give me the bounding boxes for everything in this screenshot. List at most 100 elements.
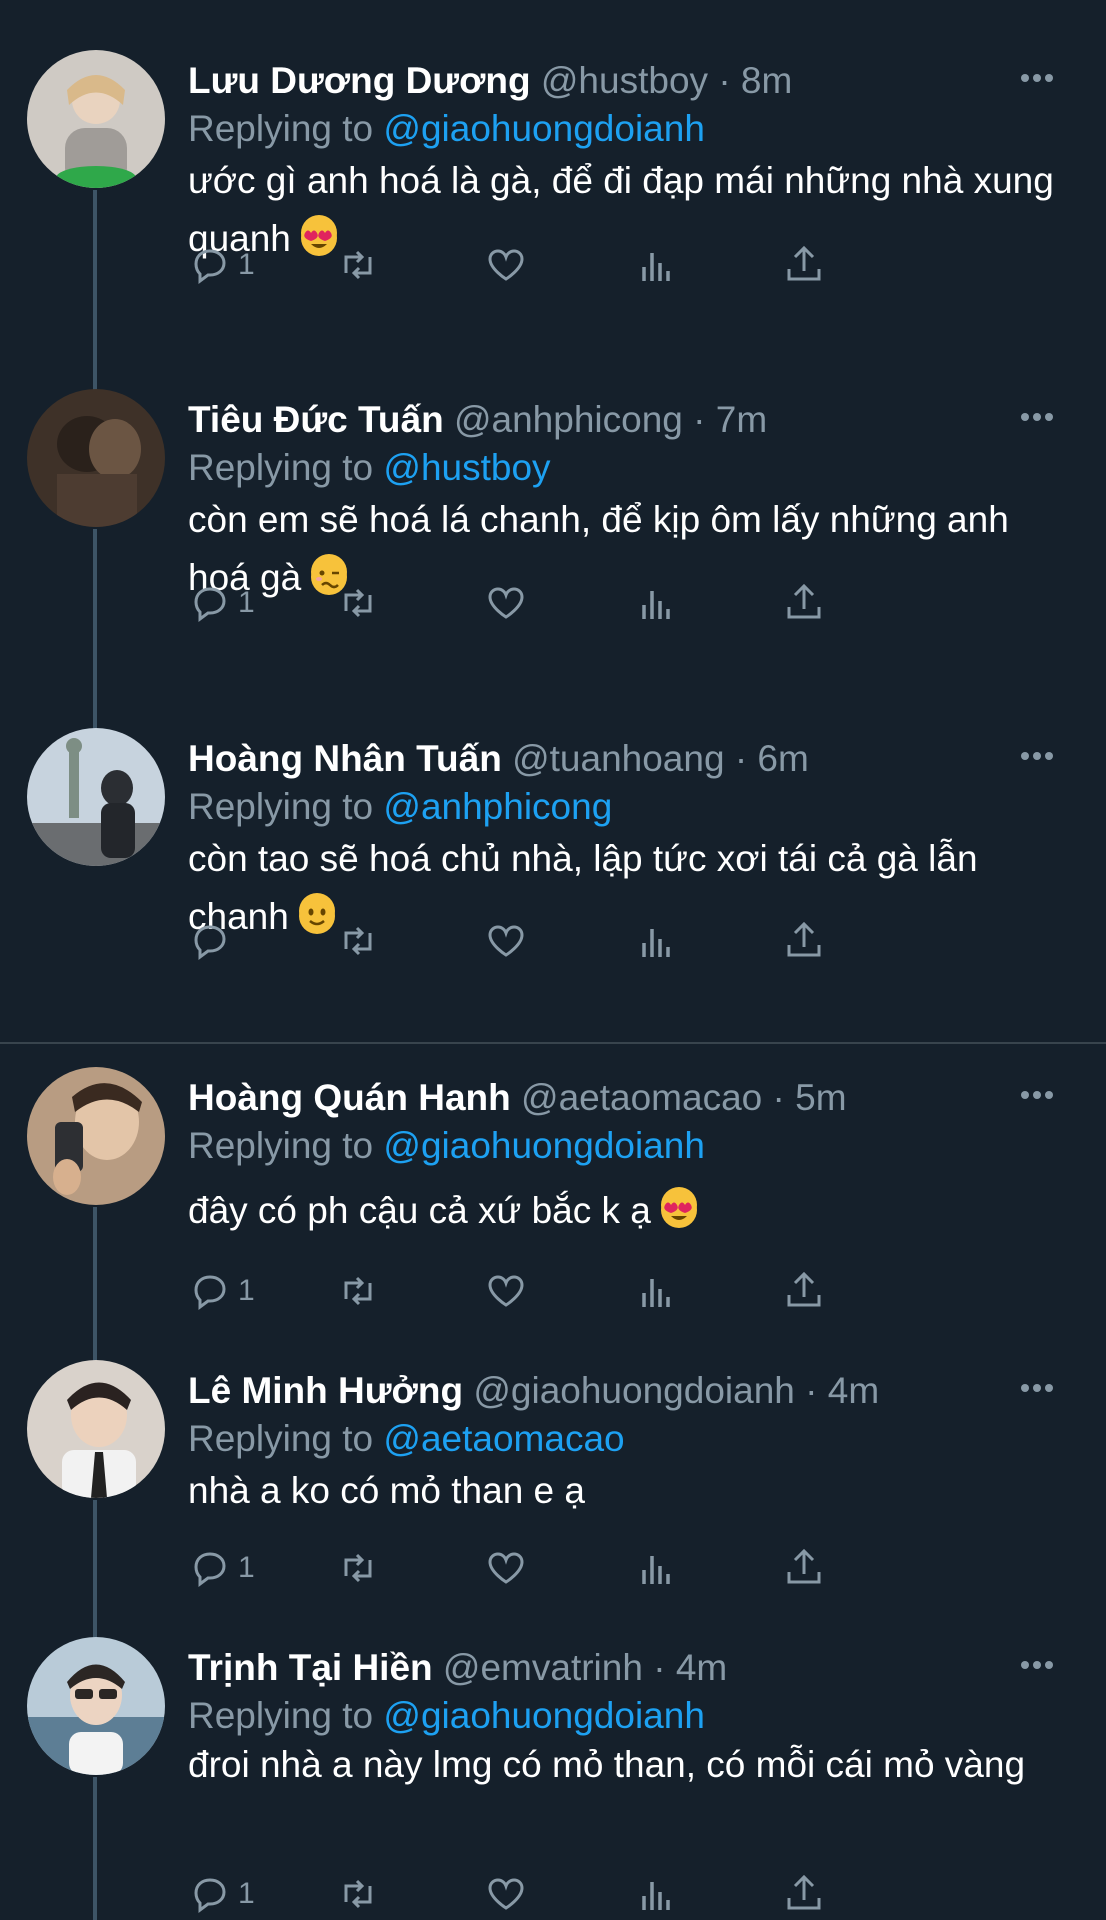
reply-button[interactable]: 1 (188, 1266, 255, 1316)
retweet-icon (344, 1879, 372, 1909)
timestamp[interactable]: · 6m (735, 738, 809, 779)
timestamp[interactable]: · 8m (718, 60, 792, 101)
user-handle[interactable]: @aetaomacao (521, 1077, 762, 1118)
reply-count: 1 (238, 1877, 255, 1910)
display-name[interactable]: Tiêu Đức Tuấn (188, 399, 444, 440)
reply-count: 1 (238, 1551, 255, 1584)
mention-link[interactable]: @hustboy (383, 447, 550, 488)
tweet-header: Tiêu Đức Tuấn @anhphicong · 7m (188, 395, 767, 445)
like-button[interactable] (484, 1869, 528, 1919)
display-name[interactable]: Lê Minh Hưởng (188, 1370, 463, 1411)
replying-to: Replying to @giaohuongdoianh (188, 1691, 705, 1741)
more-options-icon[interactable] (1020, 1657, 1054, 1675)
reply-icon (194, 925, 226, 960)
display-name[interactable]: Hoàng Nhân Tuấn (188, 738, 502, 779)
reply-button[interactable] (188, 916, 238, 966)
display-name[interactable]: Lưu Dương Dương (188, 60, 531, 101)
timestamp[interactable]: · 4m (653, 1647, 727, 1688)
retweet-icon (344, 588, 372, 618)
analytics-button[interactable] (634, 1869, 678, 1919)
more-options-icon[interactable] (1020, 748, 1054, 766)
avatar[interactable] (27, 1360, 165, 1498)
mention-link[interactable]: @giaohuongdoianh (383, 108, 705, 149)
user-handle[interactable]: @hustboy (541, 60, 708, 101)
tweet-body: đây có ph cậu cả xứ bắc k ạ (188, 1190, 651, 1231)
tweet-header: Lưu Dương Dương @hustboy · 8m (188, 56, 792, 106)
mention-link[interactable]: @giaohuongdoianh (383, 1695, 705, 1736)
heart-icon (488, 925, 524, 957)
avatar[interactable] (27, 50, 165, 188)
reply-button[interactable]: 1 (188, 1543, 255, 1593)
retweet-button[interactable] (336, 1869, 380, 1919)
tweet-actions: 1 (188, 1869, 988, 1919)
reply-button[interactable]: 1 (188, 1869, 255, 1919)
display-name[interactable]: Trịnh Tại Hiền (188, 1647, 433, 1688)
share-button[interactable] (782, 916, 826, 966)
mention-link[interactable]: @aetaomacao (383, 1418, 624, 1459)
retweet-button[interactable] (336, 240, 380, 290)
mention-link[interactable]: @giaohuongdoianh (383, 1125, 705, 1166)
user-handle[interactable]: @tuanhoang (512, 738, 724, 779)
user-handle[interactable]: @giaohuongdoianh (473, 1370, 795, 1411)
user-handle[interactable]: @anhphicong (454, 399, 683, 440)
replying-to-label: Replying to (188, 447, 374, 488)
retweet-button[interactable] (336, 1543, 380, 1593)
tweet-header: Hoàng Nhân Tuấn @tuanhoang · 6m (188, 734, 809, 784)
like-button[interactable] (484, 1266, 528, 1316)
more-options-icon[interactable] (1020, 409, 1054, 427)
analytics-button[interactable] (634, 578, 678, 628)
analytics-button[interactable] (634, 240, 678, 290)
reply-button[interactable]: 1 (188, 240, 255, 290)
reply-button[interactable]: 1 (188, 578, 255, 628)
like-button[interactable] (484, 578, 528, 628)
share-button[interactable] (782, 578, 826, 628)
more-options-icon[interactable] (1020, 70, 1054, 88)
replying-to: Replying to @anhphicong (188, 782, 612, 832)
analytics-icon (642, 253, 670, 281)
share-button[interactable] (782, 1543, 826, 1593)
display-name[interactable]: Hoàng Quán Hanh (188, 1077, 511, 1118)
like-button[interactable] (484, 1543, 528, 1593)
more-options-icon[interactable] (1020, 1087, 1054, 1105)
retweet-button[interactable] (336, 578, 380, 628)
mention-link[interactable]: @anhphicong (383, 786, 612, 827)
replying-to-label: Replying to (188, 786, 374, 827)
analytics-icon (642, 1556, 670, 1584)
share-button[interactable] (782, 1266, 826, 1316)
analytics-icon (642, 929, 670, 957)
replying-to: Replying to @hustboy (188, 443, 551, 493)
timestamp[interactable]: · 7m (693, 399, 767, 440)
like-button[interactable] (484, 916, 528, 966)
timestamp[interactable]: · 5m (773, 1077, 847, 1118)
analytics-icon (642, 1882, 670, 1910)
retweet-icon (344, 926, 372, 956)
share-button[interactable] (782, 1869, 826, 1919)
tweet-header: Lê Minh Hưởng @giaohuongdoianh · 4m (188, 1366, 879, 1416)
thread-divider (0, 1042, 1106, 1044)
retweet-button[interactable] (336, 916, 380, 966)
retweet-icon (344, 1553, 372, 1583)
replying-to-label: Replying to (188, 1418, 374, 1459)
retweet-button[interactable] (336, 1266, 380, 1316)
analytics-button[interactable] (634, 916, 678, 966)
avatar[interactable] (27, 1067, 165, 1205)
heart-icon (488, 587, 524, 619)
share-icon (787, 921, 821, 957)
replying-to: Replying to @aetaomacao (188, 1414, 625, 1464)
tweet-actions: 1 (188, 578, 988, 628)
timestamp[interactable]: · 4m (805, 1370, 879, 1411)
like-button[interactable] (484, 240, 528, 290)
avatar[interactable] (27, 1637, 165, 1775)
replying-to-label: Replying to (188, 108, 374, 149)
avatar[interactable] (27, 389, 165, 527)
share-icon (787, 245, 821, 281)
tweet-body: nhà a ko có mỏ than e ạ (188, 1470, 585, 1511)
more-options-icon[interactable] (1020, 1380, 1054, 1398)
analytics-button[interactable] (634, 1543, 678, 1593)
share-icon (787, 1548, 821, 1584)
user-handle[interactable]: @emvatrinh (443, 1647, 643, 1688)
analytics-button[interactable] (634, 1266, 678, 1316)
share-button[interactable] (782, 240, 826, 290)
heart-eyes-emoji (661, 1187, 698, 1228)
avatar[interactable] (27, 728, 165, 866)
